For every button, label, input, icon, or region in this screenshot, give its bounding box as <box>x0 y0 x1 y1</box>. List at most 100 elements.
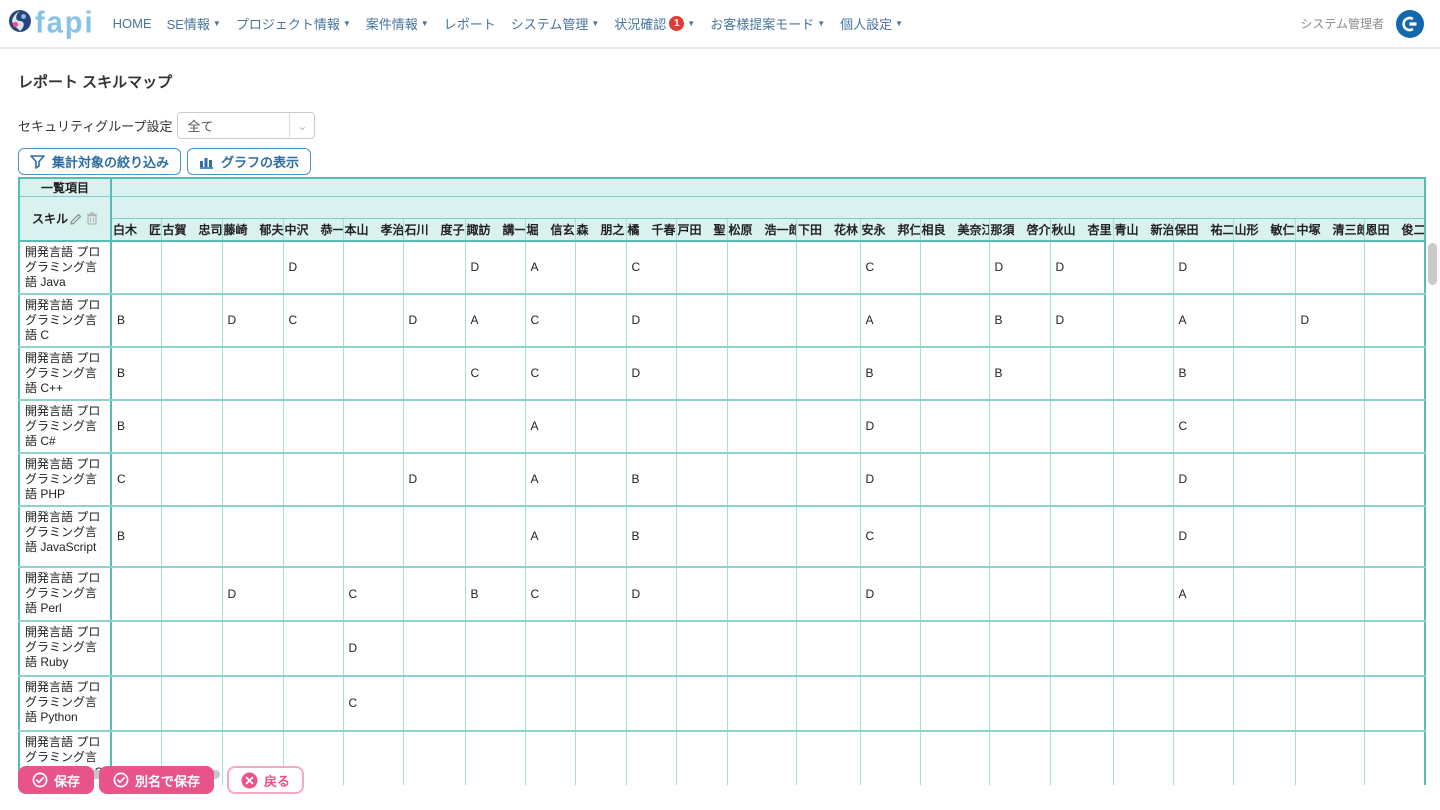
skill-level-cell[interactable] <box>989 731 1050 786</box>
skill-level-cell[interactable] <box>989 567 1050 621</box>
skill-level-cell[interactable]: A <box>525 506 575 567</box>
skill-level-cell[interactable]: D <box>403 453 465 506</box>
skill-level-cell[interactable] <box>403 506 465 567</box>
skill-level-cell[interactable] <box>920 676 989 731</box>
skill-level-cell[interactable]: C <box>111 453 161 506</box>
logout-button[interactable] <box>1396 10 1424 38</box>
skill-level-cell[interactable] <box>1364 676 1425 731</box>
skill-level-cell[interactable]: C <box>626 241 676 294</box>
skill-level-cell[interactable] <box>1364 400 1425 453</box>
skill-level-cell[interactable] <box>1113 506 1173 567</box>
skill-level-cell[interactable] <box>989 621 1050 676</box>
skill-level-cell[interactable] <box>727 453 796 506</box>
skill-level-cell[interactable] <box>283 347 343 400</box>
skill-level-cell[interactable] <box>676 621 727 676</box>
skill-level-cell[interactable]: C <box>525 567 575 621</box>
skill-level-cell[interactable] <box>283 400 343 453</box>
skill-level-cell[interactable]: B <box>989 347 1050 400</box>
skill-level-cell[interactable] <box>626 400 676 453</box>
skill-level-cell[interactable] <box>676 241 727 294</box>
skill-level-cell[interactable] <box>1233 621 1295 676</box>
skill-level-cell[interactable] <box>676 294 727 347</box>
skill-level-cell[interactable] <box>1050 400 1113 453</box>
skill-level-cell[interactable] <box>575 506 626 567</box>
skill-level-cell[interactable] <box>111 676 161 731</box>
nav-item-5[interactable]: システム管理▼ <box>511 14 600 33</box>
skill-level-cell[interactable] <box>1173 621 1233 676</box>
nav-item-1[interactable]: SE情報▼ <box>167 14 221 33</box>
skill-level-cell[interactable] <box>161 567 222 621</box>
skill-level-cell[interactable] <box>283 453 343 506</box>
skill-level-cell[interactable]: B <box>111 506 161 567</box>
skill-level-cell[interactable]: C <box>465 347 525 400</box>
skill-level-cell[interactable] <box>727 676 796 731</box>
skill-level-cell[interactable] <box>1233 453 1295 506</box>
skill-level-cell[interactable]: D <box>1050 241 1113 294</box>
skill-level-cell[interactable] <box>920 506 989 567</box>
skill-level-cell[interactable] <box>1233 567 1295 621</box>
skill-level-cell[interactable] <box>796 400 860 453</box>
skill-level-cell[interactable] <box>1295 400 1364 453</box>
skill-level-cell[interactable]: B <box>989 294 1050 347</box>
app-logo[interactable]: fapi <box>8 9 95 38</box>
skill-level-cell[interactable] <box>575 453 626 506</box>
skill-level-cell[interactable]: B <box>111 347 161 400</box>
skill-level-cell[interactable] <box>222 621 283 676</box>
skill-level-cell[interactable] <box>1295 567 1364 621</box>
skill-level-cell[interactable] <box>1113 347 1173 400</box>
skill-level-cell[interactable] <box>1364 241 1425 294</box>
skill-level-cell[interactable]: D <box>626 294 676 347</box>
skill-level-cell[interactable] <box>1050 731 1113 786</box>
skill-level-cell[interactable]: D <box>1173 506 1233 567</box>
skill-level-cell[interactable] <box>626 621 676 676</box>
skill-level-cell[interactable] <box>1233 731 1295 786</box>
skill-level-cell[interactable]: B <box>111 400 161 453</box>
skill-level-cell[interactable] <box>1113 621 1173 676</box>
skill-level-cell[interactable]: A <box>525 241 575 294</box>
skill-level-cell[interactable] <box>989 506 1050 567</box>
show-graph-button[interactable]: グラフの表示 <box>187 148 311 175</box>
skill-level-cell[interactable] <box>920 567 989 621</box>
skill-level-cell[interactable] <box>1173 676 1233 731</box>
skill-level-cell[interactable] <box>575 347 626 400</box>
skill-level-cell[interactable] <box>161 453 222 506</box>
skill-level-cell[interactable] <box>676 453 727 506</box>
skill-level-cell[interactable]: D <box>1295 294 1364 347</box>
skill-level-cell[interactable] <box>1113 676 1173 731</box>
skill-level-cell[interactable] <box>525 731 575 786</box>
vertical-scrollbar-thumb[interactable] <box>1428 243 1437 285</box>
skill-level-cell[interactable] <box>1050 567 1113 621</box>
skill-level-cell[interactable] <box>465 676 525 731</box>
skill-level-cell[interactable] <box>222 400 283 453</box>
skill-level-cell[interactable] <box>1113 241 1173 294</box>
skill-level-cell[interactable]: A <box>525 453 575 506</box>
skill-level-cell[interactable] <box>1233 294 1295 347</box>
skill-level-cell[interactable] <box>1295 731 1364 786</box>
skill-level-cell[interactable] <box>222 676 283 731</box>
skill-level-cell[interactable]: D <box>222 567 283 621</box>
skill-level-cell[interactable] <box>1364 347 1425 400</box>
skill-level-cell[interactable] <box>920 241 989 294</box>
skill-level-cell[interactable]: D <box>860 400 920 453</box>
skill-level-cell[interactable] <box>727 400 796 453</box>
skill-level-cell[interactable] <box>465 453 525 506</box>
skill-level-cell[interactable] <box>575 241 626 294</box>
filter-targets-button[interactable]: 集計対象の絞り込み <box>18 148 181 175</box>
skill-level-cell[interactable] <box>343 241 403 294</box>
skill-level-cell[interactable]: C <box>860 506 920 567</box>
skill-level-cell[interactable] <box>796 621 860 676</box>
skill-level-cell[interactable] <box>343 506 403 567</box>
skill-level-cell[interactable] <box>465 731 525 786</box>
skill-level-cell[interactable] <box>727 567 796 621</box>
skill-level-cell[interactable] <box>403 621 465 676</box>
skill-level-cell[interactable] <box>920 400 989 453</box>
skill-level-cell[interactable] <box>403 241 465 294</box>
skill-level-cell[interactable]: D <box>1050 294 1113 347</box>
skill-level-cell[interactable] <box>403 731 465 786</box>
skill-level-cell[interactable] <box>1364 731 1425 786</box>
skill-level-cell[interactable]: C <box>525 294 575 347</box>
skill-level-cell[interactable]: A <box>465 294 525 347</box>
skill-level-cell[interactable] <box>525 621 575 676</box>
skill-level-cell[interactable] <box>161 241 222 294</box>
skill-level-cell[interactable]: C <box>860 241 920 294</box>
